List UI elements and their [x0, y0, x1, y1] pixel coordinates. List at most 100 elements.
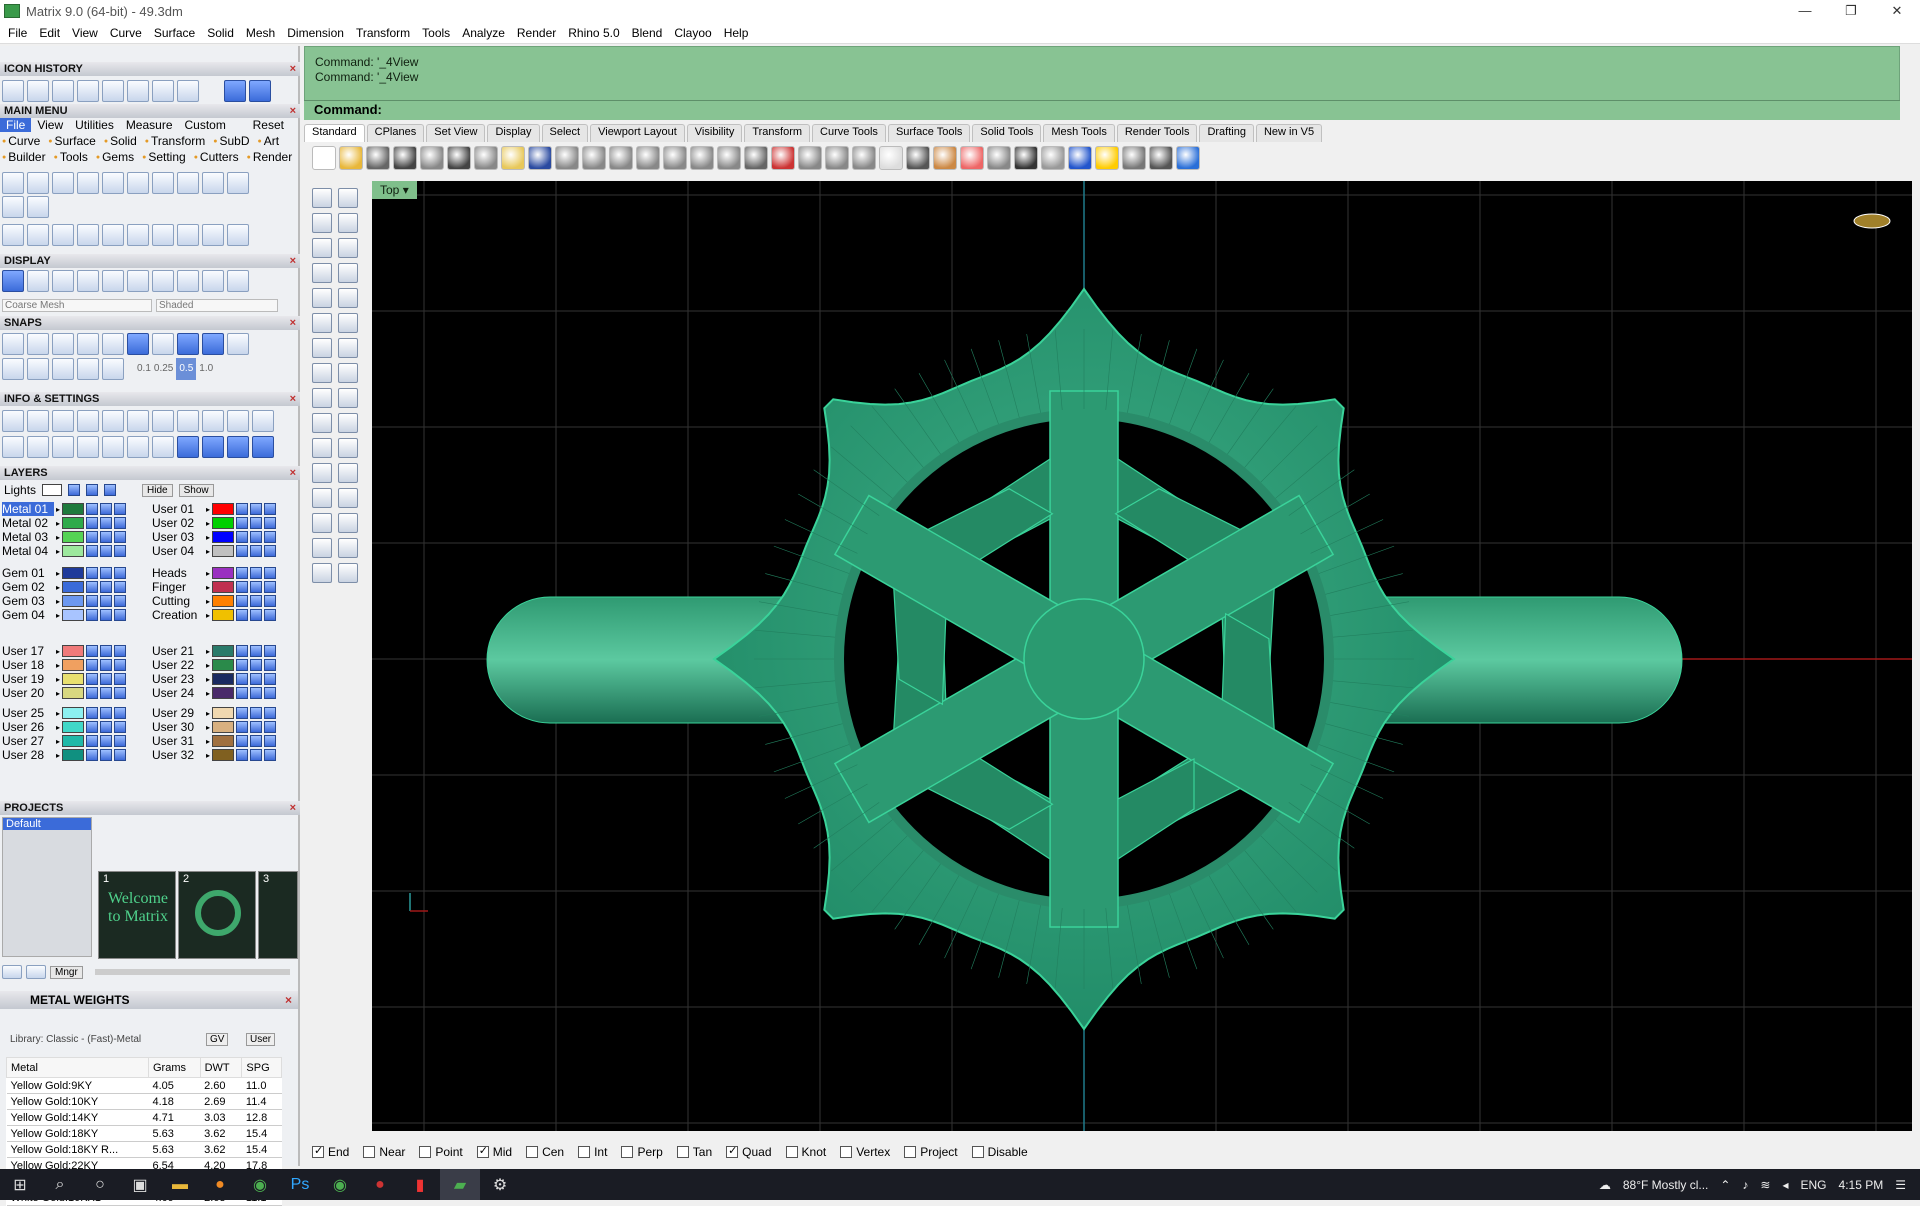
osnap-knot[interactable]: Knot	[785, 1145, 826, 1159]
history-tool-icon[interactable]	[102, 80, 124, 102]
snap-mode-icon[interactable]	[177, 333, 199, 355]
light-icon[interactable]	[879, 146, 903, 170]
display-mode-icon[interactable]	[227, 270, 249, 292]
layer-name[interactable]: Gem 03	[2, 594, 54, 608]
file-tool-icon[interactable]	[202, 172, 224, 194]
print-icon[interactable]	[393, 146, 417, 170]
car-icon[interactable]	[771, 146, 795, 170]
layer-color-swatch[interactable]	[212, 517, 235, 529]
lock-icon[interactable]	[236, 659, 249, 671]
toolbar-tab-render-tools[interactable]: Render Tools	[1116, 124, 1198, 142]
tab-custom[interactable]: Custom	[179, 118, 232, 132]
clock[interactable]: 4:15 PM	[1839, 1178, 1884, 1192]
current-layer-icon[interactable]	[114, 531, 127, 543]
main-menu-item[interactable]: Cutters	[194, 150, 239, 164]
main-menu-item[interactable]: Curve	[2, 134, 40, 148]
rotate-view-icon[interactable]	[717, 146, 741, 170]
layer-name[interactable]: User 18	[2, 658, 54, 672]
info-tool-icon[interactable]	[177, 436, 199, 458]
display-mode-icon[interactable]	[127, 270, 149, 292]
layer-row[interactable]: Heads ▸	[152, 566, 298, 580]
visibility-icon[interactable]	[100, 687, 113, 699]
menu-curve[interactable]: Curve	[104, 22, 148, 44]
info-tool-icon[interactable]	[227, 436, 249, 458]
display-mode-icon[interactable]	[177, 270, 199, 292]
layer-row[interactable]: User 28 ▸	[2, 748, 148, 762]
current-layer-icon[interactable]	[114, 581, 127, 593]
save-icon[interactable]	[27, 80, 49, 102]
center-hub[interactable]	[1023, 598, 1145, 720]
transform-tool-icon[interactable]	[52, 224, 74, 246]
project-thumb-1[interactable]: 1 Welcome to Matrix	[98, 871, 176, 959]
osnap-checkbox[interactable]	[476, 1144, 489, 1158]
expand-arrow-icon[interactable]: ▸	[206, 533, 210, 542]
osnap-checkbox[interactable]	[840, 1146, 853, 1158]
layer-name[interactable]: Creation	[152, 608, 204, 622]
current-layer-icon[interactable]	[264, 659, 277, 671]
display-mode-icon[interactable]	[202, 270, 224, 292]
notifications-icon[interactable]: ☰	[1895, 1178, 1906, 1192]
firefox-icon[interactable]: ●	[200, 1169, 240, 1200]
snap-tool-icon[interactable]	[77, 358, 99, 380]
info-tool-icon[interactable]	[77, 436, 99, 458]
snap-mode-icon[interactable]	[202, 333, 224, 355]
layer-color-swatch[interactable]	[62, 707, 85, 719]
lock-icon[interactable]	[86, 503, 99, 515]
current-layer-icon[interactable]	[264, 595, 277, 607]
main-menu-item[interactable]: SubD	[213, 134, 249, 148]
join-icon[interactable]	[338, 363, 358, 383]
project-thumb-3[interactable]: 3	[258, 871, 298, 959]
toolbar-tab-surface-tools[interactable]: Surface Tools	[887, 124, 971, 142]
expand-arrow-icon[interactable]: ▸	[56, 647, 60, 656]
layer-name[interactable]: Gem 04	[2, 608, 54, 622]
close-icon[interactable]: ×	[285, 991, 292, 1009]
snap-value-selected[interactable]: 0.5	[176, 358, 197, 380]
chrome-icon[interactable]: ◉	[320, 1169, 360, 1200]
main-menu-item[interactable]: Art	[258, 134, 279, 148]
lock-icon[interactable]	[86, 707, 99, 719]
osnap-checkbox[interactable]	[971, 1146, 984, 1158]
history-tool-icon[interactable]	[77, 80, 99, 102]
expand-arrow-icon[interactable]: ▸	[206, 505, 210, 514]
layer-color-swatch[interactable]	[62, 517, 85, 529]
current-layer-icon[interactable]	[264, 707, 277, 719]
layer-row[interactable]: User 02 ▸	[152, 516, 298, 530]
lock-icon[interactable]	[86, 749, 99, 761]
chevron-up-icon[interactable]: ⌃	[1720, 1178, 1730, 1192]
file-tool-icon[interactable]	[177, 172, 199, 194]
lock-icon[interactable]	[86, 735, 99, 747]
box-edit-icon[interactable]	[312, 488, 332, 508]
open-folder-icon[interactable]	[177, 80, 199, 102]
layer-row[interactable]: Metal 02 ▸	[2, 516, 148, 530]
grid-snap-icon[interactable]	[1149, 146, 1173, 170]
layer-color-swatch[interactable]	[62, 735, 85, 747]
layer-name[interactable]: User 22	[152, 658, 204, 672]
cylinder-icon[interactable]	[312, 338, 332, 358]
osnap-point[interactable]: Point	[419, 1145, 463, 1159]
info-tool-icon[interactable]	[52, 410, 74, 432]
file-tool-icon[interactable]	[102, 172, 124, 194]
import-icon[interactable]	[420, 146, 444, 170]
toolbar-tab-set-view[interactable]: Set View	[426, 124, 486, 142]
layer-color-swatch[interactable]	[62, 567, 85, 579]
expand-arrow-icon[interactable]: ▸	[56, 533, 60, 542]
reset-button[interactable]: Reset	[247, 118, 298, 132]
expand-arrow-icon[interactable]: ▸	[56, 675, 60, 684]
visibility-icon[interactable]	[100, 567, 113, 579]
current-layer-icon[interactable]	[114, 503, 127, 515]
info-tool-icon[interactable]	[177, 410, 199, 432]
layer-row[interactable]: Metal 03 ▸	[2, 530, 148, 544]
current-layer-icon[interactable]	[114, 735, 127, 747]
arrow-left-icon[interactable]	[224, 80, 246, 102]
menu-surface[interactable]: Surface	[148, 22, 201, 44]
current-layer-icon[interactable]	[114, 517, 127, 529]
lock-icon[interactable]	[236, 567, 249, 579]
menu-tools[interactable]: Tools	[416, 22, 456, 44]
offset-icon[interactable]	[312, 413, 332, 433]
visibility-icon[interactable]	[100, 581, 113, 593]
snap-mode-icon[interactable]	[27, 333, 49, 355]
zoom-icon[interactable]	[609, 146, 633, 170]
layer-name[interactable]: User 32	[152, 748, 204, 762]
current-layer-icon[interactable]	[264, 687, 277, 699]
rectangle-icon[interactable]	[338, 263, 358, 283]
